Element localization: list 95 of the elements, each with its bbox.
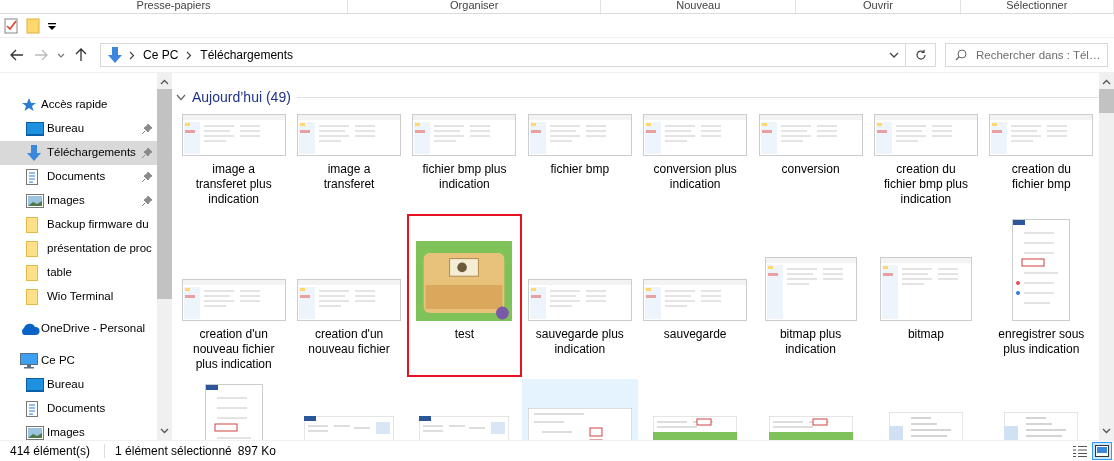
star-icon (20, 97, 36, 113)
file-name: bitmap (906, 327, 945, 342)
chevron-icon (129, 50, 135, 60)
sidebar-item[interactable]: présentation de proc (0, 237, 157, 261)
sidebar-item[interactable]: Images (0, 189, 157, 213)
file-item[interactable]: conversion plus indication (637, 109, 753, 212)
image-icon (26, 194, 44, 208)
file-item[interactable]: fichier bmp (522, 109, 638, 212)
sidebar-item[interactable]: Images (0, 421, 157, 440)
properties-icon[interactable] (4, 17, 18, 34)
sidebar-item[interactable]: Bureau (0, 117, 157, 141)
breadcrumb[interactable]: Téléchargements (198, 46, 296, 64)
file-item[interactable]: sauvegarde (637, 214, 753, 377)
back-arrow-icon (10, 49, 24, 61)
ribbon-group-label: Ouvrir (796, 0, 961, 13)
file-name: image a transferet (322, 162, 376, 192)
file-item[interactable]: enregistrer sous plus indication (983, 214, 1099, 377)
file-name: creation d'un nouveau fichier plus indication (192, 327, 276, 372)
file-name: creation du fichier bmp (1010, 162, 1072, 192)
file-item[interactable]: image a transferet plus indication (176, 109, 292, 212)
file-item[interactable]: bitmap plus indication (752, 214, 869, 377)
sidebar-item[interactable]: Backup firmware du (0, 213, 157, 237)
selection-info: 1 élément sélectionné (115, 443, 232, 460)
file-name: fichier bmp (549, 162, 611, 177)
up-arrow-icon (75, 48, 87, 62)
selection-size: 897 Ko (237, 443, 276, 460)
file-item[interactable]: conversion (752, 109, 869, 212)
document-icon (26, 401, 38, 417)
ribbon-group-label: Sélectionner (960, 0, 1114, 13)
file-name: creation d'un nouveau fichier (307, 327, 391, 357)
sidebar-item[interactable]: Wio Terminal (0, 285, 157, 309)
refresh-button[interactable] (906, 43, 936, 67)
folder-icon (26, 289, 38, 305)
file-name: sauvegarde plus indication (534, 327, 625, 357)
forward-arrow-icon (34, 49, 48, 61)
breadcrumb[interactable]: Ce PC (141, 46, 181, 64)
folder-icon (26, 241, 38, 257)
download-icon (26, 144, 42, 162)
file-name: conversion plus indication (652, 162, 738, 192)
ribbon-group-label: Organiser (348, 0, 602, 13)
sidebar-item[interactable]: Accès rapide (0, 93, 157, 117)
sidebar-item[interactable]: Téléchargements (0, 141, 157, 165)
file-item[interactable]: creation d'un nouveau fichier (291, 214, 407, 377)
file-name: sauvegarde (662, 327, 728, 342)
sidebar-item[interactable]: Documents (0, 397, 157, 421)
file-name: test (453, 327, 476, 342)
sidebar-item[interactable]: table (0, 261, 157, 285)
collapse-icon[interactable] (176, 93, 186, 101)
desktop-icon (26, 378, 44, 392)
search-field[interactable]: Rechercher dans : Tél… (945, 43, 1108, 67)
folder-icon (26, 265, 38, 281)
sidebar-item[interactable]: Bureau (0, 373, 157, 397)
sidebar-item[interactable]: Ce PC (0, 349, 157, 373)
file-item[interactable]: image a transferet (291, 109, 407, 212)
item-count: 414 élément(s) (10, 443, 91, 460)
file-item[interactable]: bitmap (868, 214, 984, 377)
chevron-icon (186, 50, 193, 60)
file-item[interactable]: creation du fichier bmp plus indication (868, 109, 984, 212)
file-item[interactable]: creation d'un nouveau fichier plus indication (176, 214, 292, 377)
folder-icon (26, 217, 38, 233)
group-header[interactable]: Aujourd’hui (49) (192, 86, 291, 108)
desktop-icon (26, 122, 44, 136)
image-icon (26, 426, 44, 440)
file-item[interactable]: fichier bmp plus indication (406, 109, 523, 212)
customize-dropdown-icon[interactable] (48, 21, 56, 30)
download-icon (107, 46, 123, 64)
scrollbar[interactable] (157, 73, 172, 440)
scroll-up-icon[interactable] (160, 79, 169, 85)
scroll-down-icon[interactable] (1102, 428, 1111, 434)
document-icon (26, 169, 38, 185)
dropdown-icon[interactable] (889, 52, 899, 58)
scroll-up-icon[interactable] (1102, 79, 1111, 85)
file-name: enregistrer sous plus indication (997, 327, 1086, 357)
scroll-thumb[interactable] (157, 89, 172, 299)
scroll-down-icon[interactable] (160, 428, 169, 434)
file-name: creation du fichier bmp plus indication (882, 162, 969, 207)
cloud-icon (20, 322, 40, 336)
file-name: image a transferet plus indication (194, 162, 273, 207)
file-name: conversion (780, 162, 841, 177)
computer-icon (20, 353, 38, 369)
sidebar-item[interactable]: OneDrive - Personal (0, 317, 157, 341)
file-item[interactable]: test (406, 214, 523, 377)
file-item[interactable]: creation du fichier bmp (983, 109, 1099, 212)
refresh-icon (914, 49, 927, 61)
ribbon-group-label: Nouveau (601, 0, 797, 13)
file-name: bitmap plus indication (778, 327, 843, 357)
chevron-down-icon (57, 52, 65, 58)
scrollbar[interactable] (1099, 73, 1114, 440)
scroll-thumb[interactable] (1099, 89, 1114, 113)
file-name: fichier bmp plus indication (421, 162, 508, 192)
file-item[interactable]: sauvegarde plus indication (522, 214, 638, 377)
large-icons-view-button[interactable] (1092, 442, 1112, 460)
ribbon-group-label: Presse-papiers (0, 0, 349, 13)
sidebar-item[interactable]: Documents (0, 165, 157, 189)
address-bar[interactable]: Ce PC Téléchargements (100, 43, 906, 67)
